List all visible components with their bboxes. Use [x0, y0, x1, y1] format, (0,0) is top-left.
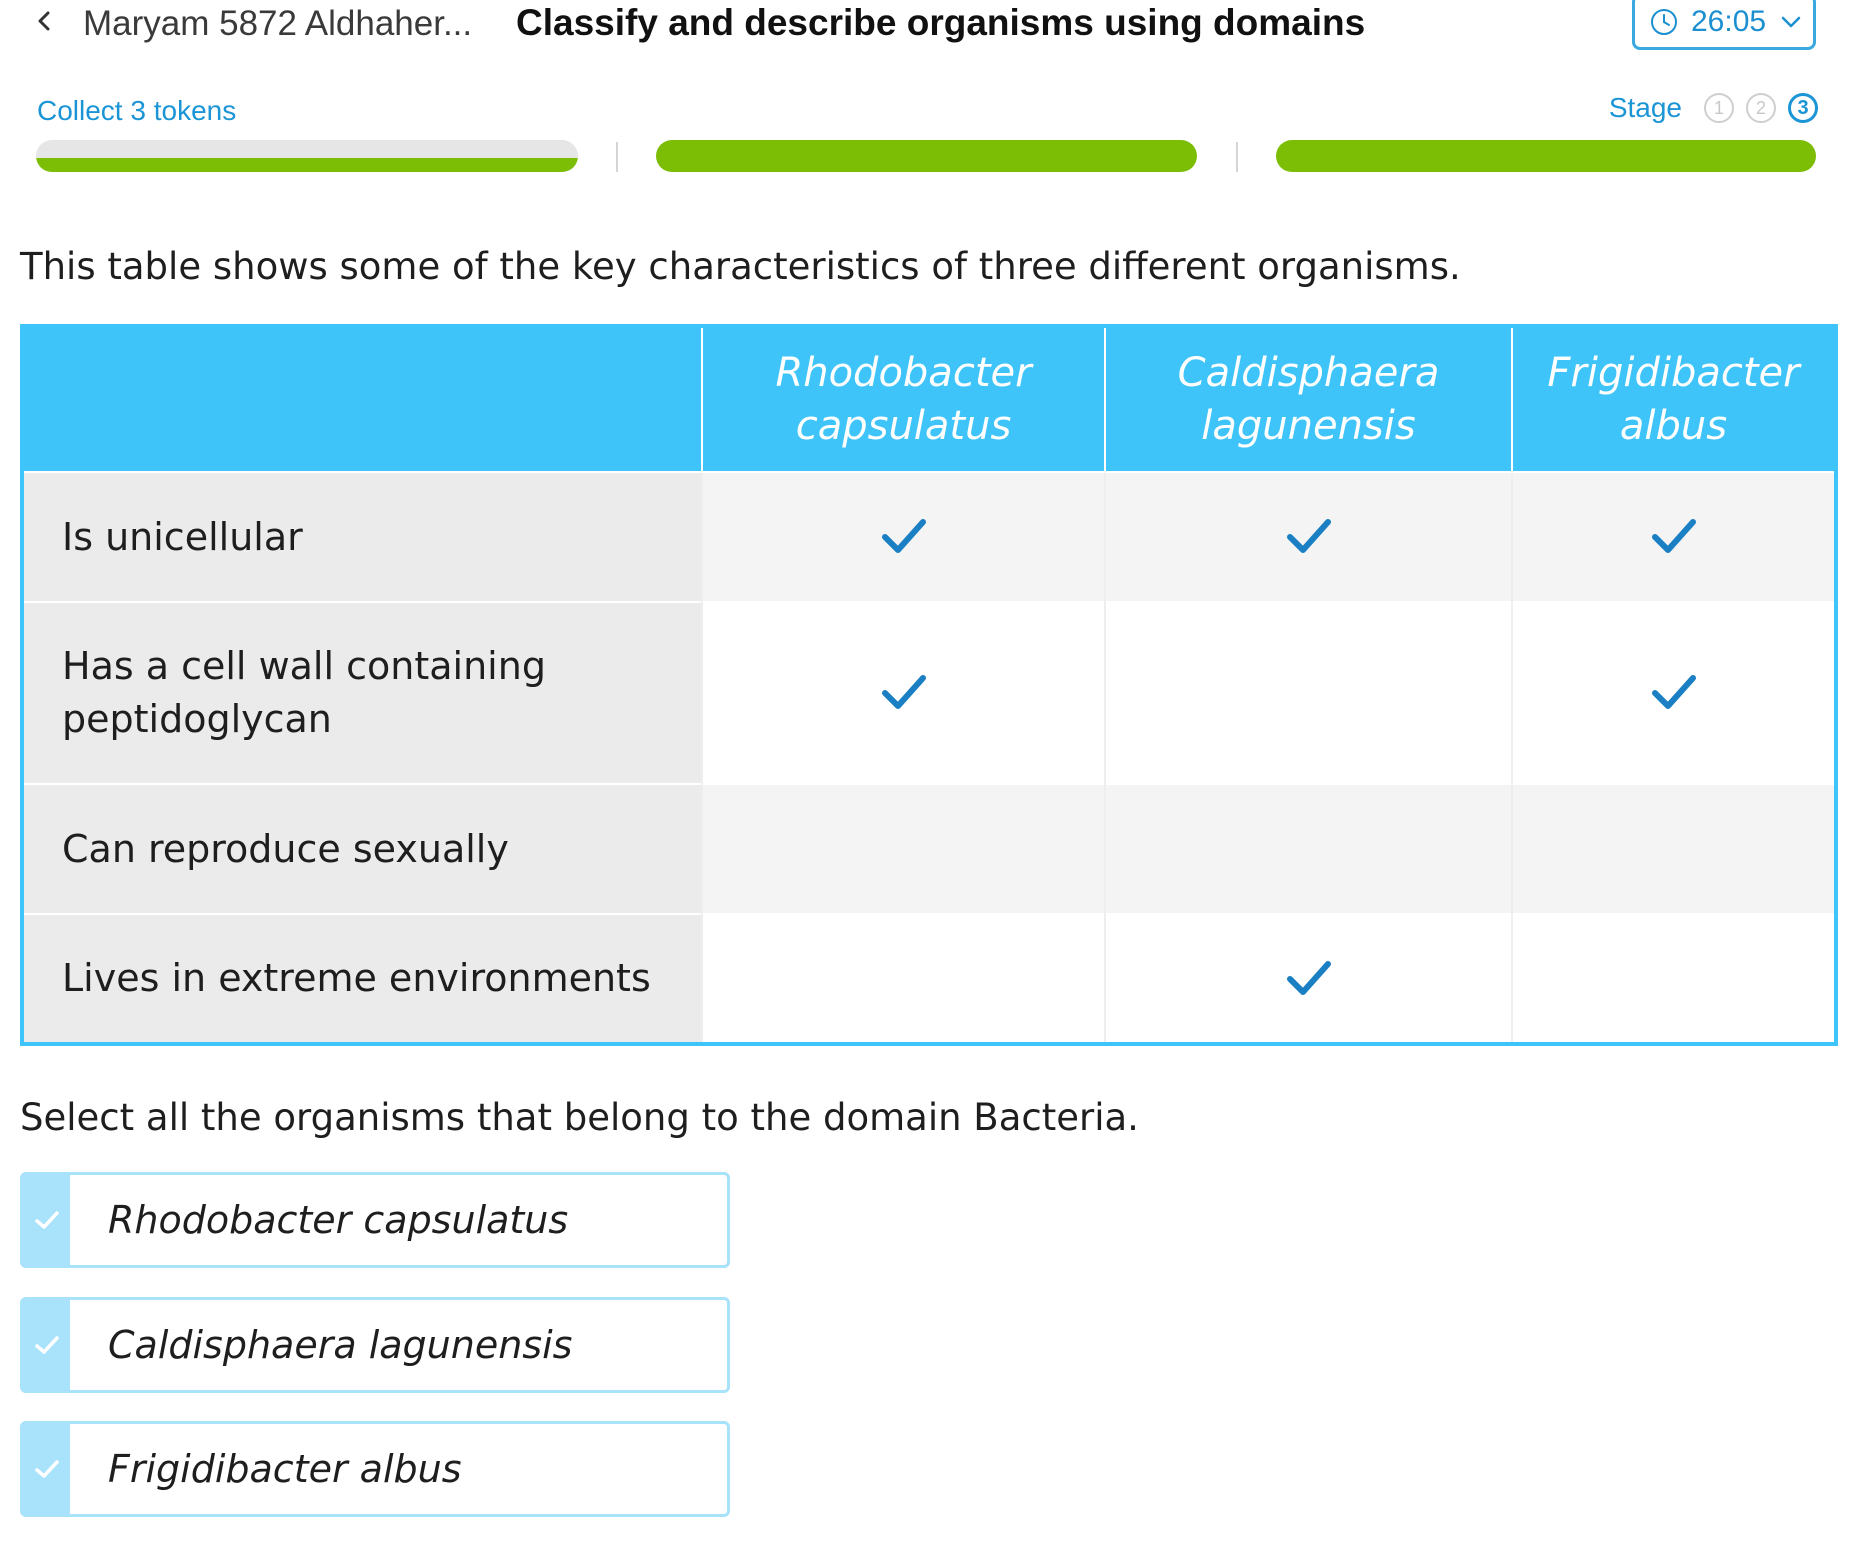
table-cell: [1104, 601, 1512, 784]
checkmark-icon: [34, 1460, 59, 1478]
checkmark-icon: [881, 675, 926, 709]
table-cell: [701, 783, 1105, 914]
table-cell: [701, 601, 1105, 784]
column-header: Rhodobacter capsulatus: [701, 326, 1105, 472]
progress-bar-stage-3: [1276, 140, 1816, 172]
option-caldisphaera-lagunensis[interactable]: Caldisphaera lagunensis: [20, 1297, 730, 1393]
progress-bar-stage-1: [36, 140, 578, 172]
table-cell: [1511, 913, 1836, 1044]
table-row: Is unicellular: [22, 471, 1836, 602]
row-label: Has a cell wall containing peptidoglycan: [22, 601, 702, 784]
option-label: Caldisphaera lagunensis: [108, 1323, 573, 1367]
header-corner: [22, 326, 702, 472]
row-label: Is unicellular: [22, 471, 702, 602]
chevron-left-icon: [38, 11, 50, 31]
row-label: Can reproduce sexually: [22, 783, 702, 914]
table-cell: [1104, 913, 1512, 1044]
table-cell: [1511, 601, 1836, 784]
option-label: Frigidibacter albus: [108, 1447, 462, 1491]
characteristics-table: Rhodobacter capsulatus Caldisphaera lagune…: [20, 324, 1838, 1046]
stage-3-indicator: 3: [1788, 93, 1818, 123]
option-frigidibacter-albus[interactable]: Frigidibacter albus: [20, 1421, 730, 1517]
stage-label: Stage: [1608, 92, 1682, 123]
progress-bars: [0, 140, 1852, 176]
chevron-down-icon: [1781, 16, 1801, 28]
row-label: Lives in extreme environments: [22, 913, 702, 1044]
column-header: Frigidibacter albus: [1511, 326, 1836, 472]
table-cell: [701, 913, 1105, 1044]
student-name: Maryam 5872 Aldhaher...: [83, 4, 473, 43]
timer-button[interactable]: 26:05: [1632, 0, 1816, 50]
clock-icon: [1651, 9, 1677, 35]
checkmark-icon: [1651, 519, 1696, 553]
tokens-label: Collect 3 tokens: [37, 95, 237, 126]
option-checkbox[interactable]: [23, 1175, 70, 1265]
table-cell: [1511, 471, 1836, 602]
question-text: Select all the organisms that belong to …: [20, 1096, 1139, 1139]
timer-value: 26:05: [1691, 5, 1767, 38]
option-checkbox[interactable]: [23, 1300, 70, 1390]
column-header: Caldisphaera lagunensis: [1104, 326, 1512, 472]
checkmark-icon: [881, 519, 926, 553]
option-checkbox[interactable]: [23, 1424, 70, 1514]
checkmark-icon: [1651, 675, 1696, 709]
table-cell: [1511, 783, 1836, 914]
progress-divider: [1236, 142, 1238, 172]
intro-text: This table shows some of the key charact…: [20, 245, 1461, 288]
back-button[interactable]: [30, 6, 60, 36]
table-cell: [1104, 471, 1512, 602]
table-header-row: Rhodobacter capsulatus Caldisphaera lagune…: [22, 326, 1836, 472]
table-row: Can reproduce sexually: [22, 783, 1836, 914]
checkmark-icon: [1286, 960, 1331, 995]
table-cell: [701, 471, 1105, 602]
checkmark-icon: [1286, 519, 1331, 553]
header-bar: Maryam 5872 Aldhaher... Classify and des…: [0, 0, 1852, 50]
option-rhodobacter-capsulatus[interactable]: Rhodobacter capsulatus: [20, 1172, 730, 1268]
checkmark-icon: [34, 1336, 59, 1354]
table-cell: [1104, 783, 1512, 914]
table-row: Has a cell wall containing peptidoglycan: [22, 601, 1836, 784]
stage-indicator: Stage 1 2 3: [1609, 92, 1818, 124]
progress-divider: [616, 142, 618, 172]
page-title: Classify and describe organisms using do…: [516, 2, 1366, 43]
option-label: Rhodobacter capsulatus: [108, 1198, 569, 1242]
table-row: Lives in extreme environments: [22, 913, 1836, 1044]
stage-2-indicator: 2: [1746, 93, 1776, 123]
progress-bar-stage-2: [656, 140, 1197, 172]
checkmark-icon: [34, 1211, 59, 1229]
stage-1-indicator: 1: [1704, 93, 1734, 123]
